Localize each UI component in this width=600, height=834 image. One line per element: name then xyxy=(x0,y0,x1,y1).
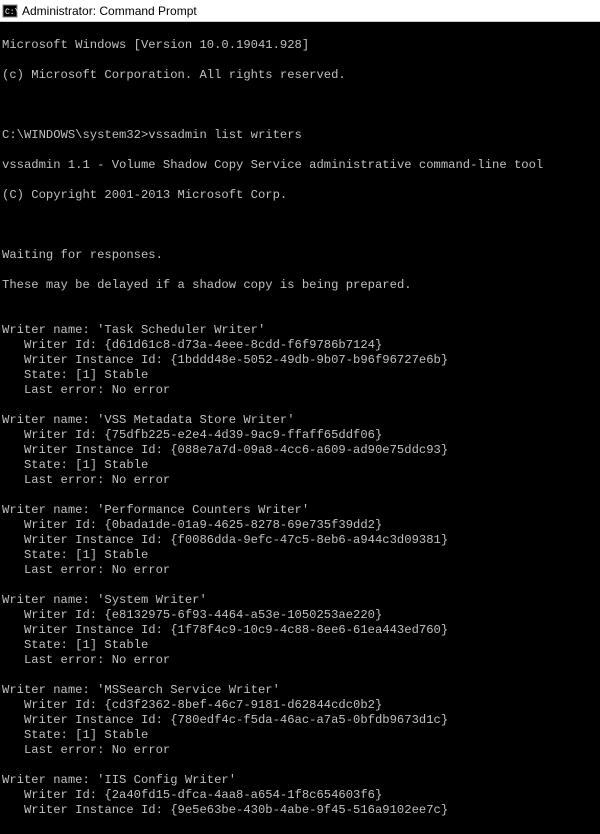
writer-name-line: Writer name: 'IIS Config Writer' xyxy=(2,773,598,788)
writer-instance-id-line: Writer Instance Id: {1f78f4c9-10c9-4c88-… xyxy=(2,623,598,638)
writer-name-line: Writer name: 'Performance Counters Write… xyxy=(2,503,598,518)
window-title: Administrator: Command Prompt xyxy=(22,4,197,18)
waiting-delay-line: These may be delayed if a shadow copy is… xyxy=(2,278,598,293)
writer-last-error-line: Last error: No error xyxy=(2,743,598,758)
os-version-line: Microsoft Windows [Version 10.0.19041.92… xyxy=(2,38,598,53)
writer-instance-id-line: Writer Instance Id: {088e7a7d-09a8-4cc6-… xyxy=(2,443,598,458)
banner-copyright: (C) Copyright 2001-2013 Microsoft Corp. xyxy=(2,188,598,203)
writer-id-line: Writer Id: {cd3f2362-8bef-46c7-9181-d628… xyxy=(2,698,598,713)
writer-state-line: State: [1] Stable xyxy=(2,728,598,743)
writer-instance-id-line: Writer Instance Id: {1bddd48e-5052-49db-… xyxy=(2,353,598,368)
blank-line xyxy=(2,218,598,233)
writer-last-error-line: Last error: No error xyxy=(2,563,598,578)
blank-line xyxy=(2,668,598,683)
svg-text:C:\: C:\ xyxy=(5,8,18,17)
console-output: Microsoft Windows [Version 10.0.19041.92… xyxy=(0,22,600,834)
writer-instance-id-line: Writer Instance Id: {780edf4c-f5da-46ac-… xyxy=(2,713,598,728)
cmd-icon: C:\ xyxy=(2,3,18,19)
writer-name-line: Writer name: 'VSS Metadata Store Writer' xyxy=(2,413,598,428)
blank-line xyxy=(2,398,598,413)
writer-state-line: State: [1] Stable xyxy=(2,638,598,653)
writer-state-line: State: [1] Stable xyxy=(2,548,598,563)
writer-name-line: Writer name: 'Task Scheduler Writer' xyxy=(2,323,598,338)
writer-id-line: Writer Id: {75dfb225-e2e4-4d39-9ac9-ffaf… xyxy=(2,428,598,443)
writer-id-line: Writer Id: {2a40fd15-dfca-4aa8-a654-1f8c… xyxy=(2,788,598,803)
writer-id-line: Writer Id: {e8132975-6f93-4464-a53e-1050… xyxy=(2,608,598,623)
titlebar: C:\ Administrator: Command Prompt xyxy=(0,0,600,22)
writer-name-line: Writer name: 'System Writer' xyxy=(2,593,598,608)
writer-last-error-line: Last error: No error xyxy=(2,383,598,398)
blank-line xyxy=(2,758,598,773)
writer-id-line: Writer Id: {0bada1de-01a9-4625-8278-69e7… xyxy=(2,518,598,533)
banner-line: vssadmin 1.1 - Volume Shadow Copy Servic… xyxy=(2,158,598,173)
copyright-line: (c) Microsoft Corporation. All rights re… xyxy=(2,68,598,83)
blank-line xyxy=(2,308,598,323)
writer-instance-id-line: Writer Instance Id: {9e5e63be-430b-4abe-… xyxy=(2,803,598,818)
prompt-line: C:\WINDOWS\system32>vssadmin list writer… xyxy=(2,128,598,143)
writer-last-error-line: Last error: No error xyxy=(2,473,598,488)
writer-instance-id-line: Writer Instance Id: {f0086dda-9efc-47c5-… xyxy=(2,533,598,548)
prompt-path: C:\WINDOWS\system32> xyxy=(2,128,148,142)
waiting-line: Waiting for responses. xyxy=(2,248,598,263)
blank-line xyxy=(2,98,598,113)
writer-name-line: Writer name: 'MSSearch Service Writer' xyxy=(2,683,598,698)
writer-last-error-line: Last error: No error xyxy=(2,653,598,668)
writer-state-line: State: [1] Stable xyxy=(2,458,598,473)
command-text: vssadmin list writers xyxy=(148,128,302,142)
writer-state-line: State: [1] Stable xyxy=(2,368,598,383)
writer-id-line: Writer Id: {d61d61c8-d73a-4eee-8cdd-f6f9… xyxy=(2,338,598,353)
blank-line xyxy=(2,578,598,593)
blank-line xyxy=(2,488,598,503)
